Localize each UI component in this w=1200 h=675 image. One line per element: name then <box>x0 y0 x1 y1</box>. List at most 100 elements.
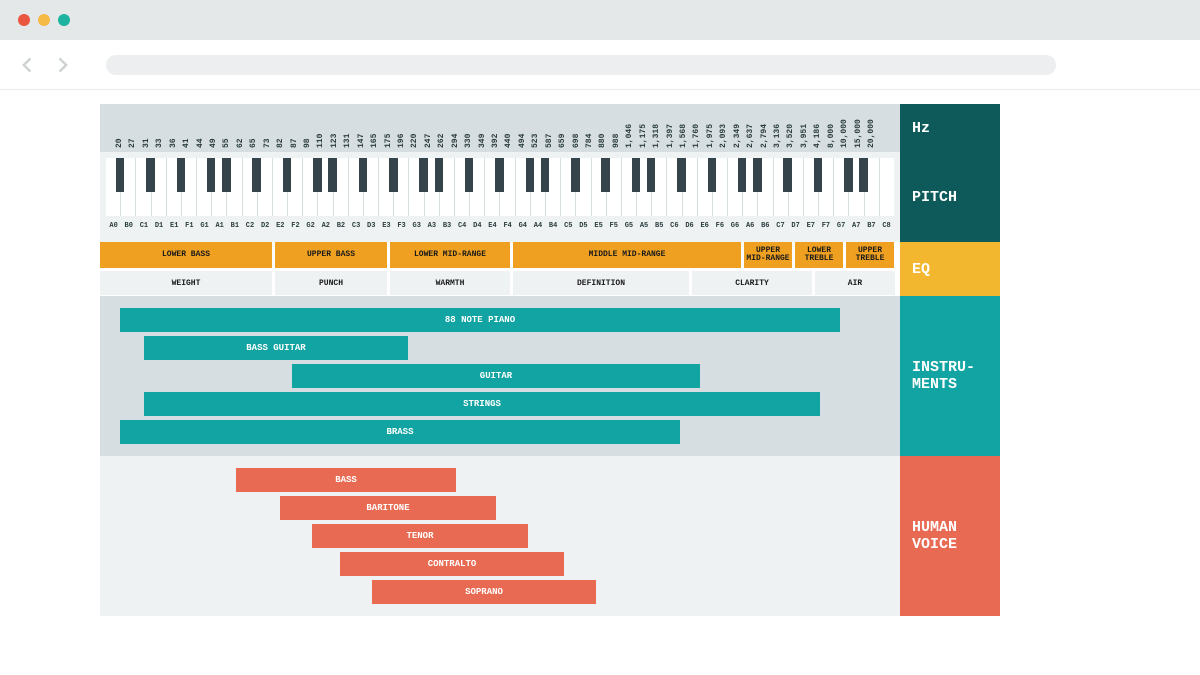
eq-row: LOWER BASSUPPER BASSLOWER MID-RANGEMIDDL… <box>100 242 1100 296</box>
white-key <box>273 158 288 216</box>
hz-tick: 65 <box>249 138 258 148</box>
note-label: G3 <box>409 222 424 230</box>
hz-tick: 988 <box>612 134 621 148</box>
note-label: B4 <box>546 222 561 230</box>
note-label: E6 <box>697 222 712 230</box>
eq-quality: WEIGHT <box>100 271 272 295</box>
hz-tick: 55 <box>222 138 231 148</box>
hz-tick: 262 <box>437 134 446 148</box>
note-label: A7 <box>849 222 864 230</box>
black-key <box>465 158 474 192</box>
hz-tick: 196 <box>397 134 406 148</box>
note-label: D5 <box>576 222 591 230</box>
black-key <box>116 158 125 192</box>
white-key <box>804 158 819 216</box>
note-label: B6 <box>758 222 773 230</box>
hz-tick: 247 <box>424 134 433 148</box>
hz-tick: 110 <box>316 134 325 148</box>
browser-titlebar <box>0 0 1200 40</box>
eq-range: UPPER TREBLE <box>846 242 894 268</box>
browser-toolbar <box>0 40 1200 90</box>
instrument-range-bar: GUITAR <box>292 364 700 388</box>
white-key <box>698 158 713 216</box>
hz-tick: 349 <box>478 134 487 148</box>
pitch-row: A0B0C1D1E1F1G1A1B1C2D2E2F2G2A2B2C3D3E3F3… <box>100 152 1100 242</box>
white-key <box>622 158 637 216</box>
hz-tick: 44 <box>196 138 205 148</box>
note-label: G2 <box>303 222 318 230</box>
hz-tick: 880 <box>598 134 607 148</box>
black-key <box>389 158 398 192</box>
hz-tick: 8,000 <box>827 124 836 148</box>
note-label: C4 <box>455 222 470 230</box>
note-label: B1 <box>227 222 242 230</box>
white-key <box>834 158 849 216</box>
note-label: D3 <box>364 222 379 230</box>
eq-quality: CLARITY <box>692 271 812 295</box>
voice-range-bar: SOPRANO <box>372 580 596 604</box>
instruments-body: 88 NOTE PIANOBASS GUITARGUITARSTRINGSBRA… <box>100 296 900 456</box>
black-key <box>328 158 337 192</box>
hz-tick: 392 <box>491 134 500 148</box>
instrument-range-bar: STRINGS <box>144 392 820 416</box>
white-key <box>136 158 151 216</box>
note-label: C8 <box>879 222 894 230</box>
forward-icon[interactable] <box>52 55 72 75</box>
back-icon[interactable] <box>18 55 38 75</box>
instruments-row: 88 NOTE PIANOBASS GUITARGUITARSTRINGSBRA… <box>100 296 1100 456</box>
instrument-range-bar: BRASS <box>120 420 680 444</box>
note-label: D1 <box>151 222 166 230</box>
pitch-label: PITCH <box>900 152 1000 242</box>
minimize-window-icon[interactable] <box>38 14 50 26</box>
eq-range: LOWER TREBLE <box>795 242 843 268</box>
hz-tick: 330 <box>464 134 473 148</box>
white-key <box>880 158 894 216</box>
note-label: F5 <box>606 222 621 230</box>
note-label: A4 <box>530 222 545 230</box>
eq-quality: AIR <box>815 271 895 295</box>
black-key <box>708 158 717 192</box>
hz-tick: 20,000 <box>867 119 876 148</box>
black-key <box>571 158 580 192</box>
note-label: E4 <box>485 222 500 230</box>
piano-keyboard <box>106 158 894 216</box>
black-key <box>283 158 292 192</box>
black-key <box>435 158 444 192</box>
frequency-chart: 2027313336414449556265738287981101231311… <box>100 104 1100 616</box>
voice-range-bar: TENOR <box>312 524 528 548</box>
hz-tick: 27 <box>128 138 137 148</box>
note-label: A2 <box>318 222 333 230</box>
black-key <box>419 158 428 192</box>
url-bar[interactable] <box>106 55 1056 75</box>
instrument-range-bar: BASS GUITAR <box>144 336 408 360</box>
white-key <box>728 158 743 216</box>
black-key <box>146 158 155 192</box>
note-label: G1 <box>197 222 212 230</box>
eq-range: MIDDLE MID-RANGE <box>513 242 741 268</box>
eq-quality: DEFINITION <box>513 271 689 295</box>
white-key <box>167 158 182 216</box>
black-key <box>814 158 823 192</box>
hz-scale: 2027313336414449556265738287981101231311… <box>100 104 900 152</box>
black-key <box>859 158 868 192</box>
eq-qualities: WEIGHTPUNCHWARMTHDEFINITIONCLARITYAIR <box>100 271 900 295</box>
hz-tick: 175 <box>384 134 393 148</box>
white-key <box>243 158 258 216</box>
close-window-icon[interactable] <box>18 14 30 26</box>
note-label: E3 <box>379 222 394 230</box>
maximize-window-icon[interactable] <box>58 14 70 26</box>
note-label: E5 <box>591 222 606 230</box>
black-key <box>647 158 656 192</box>
note-label: G4 <box>515 222 530 230</box>
black-key <box>313 158 322 192</box>
hz-tick: 523 <box>531 134 540 148</box>
page-content: 2027313336414449556265738287981101231311… <box>0 90 1200 616</box>
eq-range: LOWER MID-RANGE <box>390 242 510 268</box>
white-key <box>409 158 424 216</box>
black-key <box>632 158 641 192</box>
hz-tick: 784 <box>585 134 594 148</box>
note-label: C7 <box>773 222 788 230</box>
note-label: B2 <box>333 222 348 230</box>
hz-label: Hz <box>900 104 1000 152</box>
white-key <box>561 158 576 216</box>
